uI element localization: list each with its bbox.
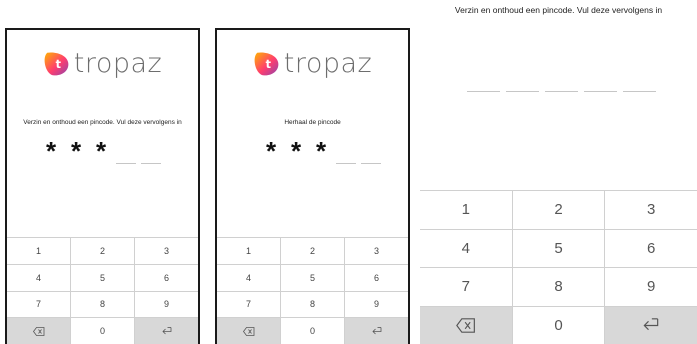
tropaz-logo: t tropaz [217, 48, 408, 79]
key-9[interactable]: 9 [135, 291, 198, 318]
backspace-key[interactable] [420, 306, 512, 344]
enter-icon [371, 326, 381, 334]
backspace-icon [242, 326, 254, 336]
logo-wordmark: tropaz [283, 48, 373, 79]
enter-key[interactable] [135, 318, 198, 344]
tropaz-logo: t tropaz [7, 48, 198, 79]
key-0[interactable]: 0 [512, 306, 605, 344]
backspace-key[interactable] [217, 318, 280, 344]
numeric-keypad: 1 2 3 4 5 6 7 8 9 0 [420, 190, 697, 344]
pin-digit-filled: * [290, 136, 302, 166]
pin-digit-empty [467, 82, 500, 92]
pin-instruction: Verzin en onthoud een pincode. Vul deze … [23, 119, 182, 126]
enter-icon [161, 326, 171, 334]
pin-instruction: Herhaal de pincode [284, 119, 341, 126]
pin-digit-filled: * [45, 136, 57, 166]
numeric-keypad: 1 2 3 4 5 6 7 8 9 0 [217, 237, 408, 344]
pin-confirm-screen: t tropaz Herhaal de pincode * * * 1 2 3 … [215, 28, 410, 344]
pin-instruction: Verzin en onthoud een pincode. Vul deze … [454, 5, 663, 15]
pin-entry-field[interactable] [467, 82, 656, 92]
pin-entry-field[interactable]: * * * [261, 136, 381, 166]
pin-digit-empty [623, 82, 656, 92]
logo-mark-letter: t [265, 58, 271, 71]
pin-digit-empty [116, 142, 136, 164]
pin-digit-empty [141, 142, 161, 164]
key-9[interactable]: 9 [345, 291, 408, 318]
key-1[interactable]: 1 [217, 238, 280, 264]
key-5[interactable]: 5 [512, 229, 605, 267]
backspace-icon [455, 318, 475, 333]
pin-digit-empty [584, 82, 617, 92]
key-0[interactable]: 0 [71, 318, 134, 344]
key-6[interactable]: 6 [135, 264, 198, 291]
key-8[interactable]: 8 [71, 291, 134, 318]
key-2[interactable]: 2 [71, 238, 134, 264]
key-3[interactable]: 3 [135, 238, 198, 264]
pin-digit-filled: * [70, 136, 82, 166]
key-6[interactable]: 6 [345, 264, 408, 291]
numeric-keypad: 1 2 3 4 5 6 7 8 9 0 [7, 237, 198, 344]
key-4[interactable]: 4 [7, 264, 70, 291]
pin-digit-filled: * [95, 136, 107, 166]
key-4[interactable]: 4 [217, 264, 280, 291]
key-7[interactable]: 7 [420, 268, 512, 306]
enter-key[interactable] [605, 306, 697, 344]
logo-mark-letter: t [55, 58, 61, 71]
pin-setup-screen-large: Verzin en onthoud een pincode. Vul deze … [420, 0, 697, 344]
tropaz-logo-mark-icon: t [254, 51, 279, 75]
backspace-key[interactable] [7, 318, 70, 344]
key-5[interactable]: 5 [71, 264, 134, 291]
key-2[interactable]: 2 [281, 238, 344, 264]
key-3[interactable]: 3 [345, 238, 408, 264]
enter-key[interactable] [345, 318, 408, 344]
key-0[interactable]: 0 [281, 318, 344, 344]
enter-icon [643, 318, 659, 330]
tropaz-logo-mark-icon: t [44, 51, 69, 75]
pin-entry-field[interactable]: * * * [41, 136, 161, 166]
key-1[interactable]: 1 [7, 238, 70, 264]
key-9[interactable]: 9 [605, 268, 697, 306]
key-1[interactable]: 1 [420, 191, 512, 229]
pin-setup-screen: t tropaz Verzin en onthoud een pincode. … [5, 28, 200, 344]
key-7[interactable]: 7 [217, 291, 280, 318]
key-6[interactable]: 6 [605, 229, 697, 267]
pin-digit-empty [506, 82, 539, 92]
pin-digit-filled: * [265, 136, 277, 166]
key-8[interactable]: 8 [281, 291, 344, 318]
pin-digit-empty [545, 82, 578, 92]
backspace-icon [32, 326, 44, 336]
key-8[interactable]: 8 [512, 268, 605, 306]
pin-digit-filled: * [315, 136, 327, 166]
key-2[interactable]: 2 [512, 191, 605, 229]
key-4[interactable]: 4 [420, 229, 512, 267]
pin-digit-empty [336, 142, 356, 164]
pin-digit-empty [361, 142, 381, 164]
key-7[interactable]: 7 [7, 291, 70, 318]
key-5[interactable]: 5 [281, 264, 344, 291]
key-3[interactable]: 3 [605, 191, 697, 229]
logo-wordmark: tropaz [73, 48, 163, 79]
